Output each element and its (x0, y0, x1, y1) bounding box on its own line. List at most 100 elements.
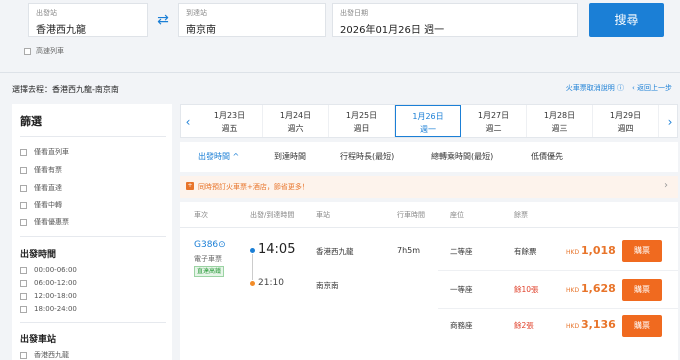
to-label: 到達站 (186, 9, 207, 17)
hotel-icon: + (186, 182, 194, 190)
date-tab[interactable]: 1月25日 週日 (329, 105, 395, 137)
dep-time-label: 06:00-12:00 (34, 279, 77, 287)
date-tab-weekday: 週三 (551, 124, 568, 133)
header-train: 車次 (194, 211, 208, 219)
seat-price: HKD 1,018 (566, 244, 616, 257)
sort-departure[interactable]: 出發時間 ^ (198, 151, 239, 162)
filter-option-label: 僅看直列車 (34, 148, 69, 156)
divider (438, 270, 678, 271)
back-link[interactable]: ‹ 返回上一步 (632, 83, 672, 93)
station-heading: 出發車站 (20, 335, 57, 345)
divider (20, 322, 166, 323)
date-tab-date: 1月23日 (213, 111, 246, 120)
divider (20, 136, 166, 137)
checkbox[interactable] (20, 218, 27, 226)
duration: 7h5m (397, 246, 421, 255)
checkbox[interactable] (20, 148, 27, 156)
date-tab-date: 1月27日 (477, 111, 510, 120)
dep-time-heading: 出發時間 (20, 250, 57, 260)
filter-option-label: 僅看有票 (34, 166, 62, 174)
express-filter[interactable]: 高速列車 (24, 46, 64, 56)
results-panel: ‹ 1月23日週五 1月24日 週六 1月25日 週日 1月26日 週一 1月27日週… (180, 104, 678, 360)
filter-option[interactable]: 僅看優惠票 (20, 217, 69, 227)
filter-option[interactable]: 僅看直列車 (20, 147, 69, 157)
sort-price[interactable]: 低價優先 (531, 151, 563, 162)
date-tab[interactable]: 1月29日 週四 (593, 105, 659, 137)
dep-time-option[interactable]: 00:00-06:00 (20, 266, 77, 274)
search-button[interactable]: 搜尋 (589, 3, 664, 37)
seat-class: 二等座 (450, 247, 473, 256)
from-label: 出發站 (36, 9, 57, 17)
dep-time-label: 18:00-24:00 (34, 305, 77, 313)
seat-class: 商務座 (450, 321, 473, 330)
checkbox[interactable] (20, 201, 27, 209)
dep-time-label: 12:00-18:00 (34, 292, 77, 300)
to-station-field[interactable]: 到達站 南京南 (178, 3, 326, 37)
seat-class: 一等座 (450, 285, 473, 294)
checkbox[interactable] (20, 292, 27, 300)
station-label: 香港西九龍 (34, 351, 69, 359)
sort-duration[interactable]: 行程時長(最短) (340, 151, 394, 162)
checkbox[interactable] (20, 266, 27, 274)
checkbox[interactable] (20, 279, 27, 287)
header-station: 車站 (316, 211, 330, 219)
date-tab-weekday: 週二 (485, 124, 502, 133)
dep-time-option[interactable]: 12:00-18:00 (20, 292, 77, 300)
date-tab[interactable]: 1月23日週五 (197, 105, 263, 137)
filter-option[interactable]: 僅看中轉 (20, 200, 62, 210)
station-option[interactable]: 香港西九龍 (20, 350, 69, 360)
sort-transfer[interactable]: 總轉乘時間(最短) (431, 151, 493, 162)
date-value: 2026年01月26日 週一 (340, 25, 445, 36)
filter-option-label: 僅看中轉 (34, 201, 62, 209)
date-tab[interactable]: 1月27日週二 (461, 105, 527, 137)
date-tab-weekday: 週日 (353, 124, 370, 133)
filter-option[interactable]: 僅看直達 (20, 183, 62, 193)
date-tab[interactable]: 1月24日 週六 (263, 105, 329, 137)
departure-dot (250, 248, 255, 253)
dep-time-option[interactable]: 06:00-12:00 (20, 279, 77, 287)
chevron-right-icon[interactable]: › (663, 105, 677, 139)
express-checkbox[interactable] (24, 47, 31, 55)
direct-badge: 直達高鐵 (194, 266, 225, 277)
date-field[interactable]: 出發日期 2026年01月26日 週一 (332, 3, 578, 37)
divider (438, 308, 678, 309)
date-tab-date: 1月24日 (279, 111, 312, 120)
checkbox[interactable] (20, 184, 27, 192)
date-strip: ‹ 1月23日週五 1月24日 週六 1月25日 週日 1月26日 週一 1月27日週… (180, 104, 678, 138)
arrival-dot (250, 281, 255, 286)
price-value: 1,628 (581, 282, 616, 295)
from-station-field[interactable]: 出發站 香港西九龍 (28, 3, 148, 37)
buy-button[interactable]: 購票 (622, 279, 662, 301)
checkbox[interactable] (20, 166, 27, 174)
dep-time-option[interactable]: 18:00-24:00 (20, 305, 77, 313)
filter-option[interactable]: 僅看有票 (20, 165, 62, 175)
header-remaining: 餘票 (514, 211, 528, 219)
date-tab-weekday: 週五 (221, 124, 238, 133)
departure-time: 14:05 (258, 242, 296, 257)
divider (0, 72, 680, 73)
date-label: 出發日期 (340, 9, 368, 17)
seat-availability: 有餘票 (514, 247, 537, 256)
chevron-right-icon: › (664, 180, 668, 191)
checkbox[interactable] (20, 305, 27, 313)
swap-icon[interactable]: ⇄ (152, 10, 174, 30)
buy-button[interactable]: 購票 (622, 315, 662, 337)
date-tab[interactable]: 1月28日 週三 (527, 105, 593, 137)
sort-arrival[interactable]: 到達時間 (274, 151, 306, 162)
header-time: 出發/到達時間 (250, 211, 295, 219)
seat-price: HKD 3,136 (566, 318, 616, 331)
promo-text: 同時預訂火車票+酒店，節省更多！ (198, 183, 309, 191)
arrival-station: 南京南 (316, 281, 339, 290)
divider (180, 227, 678, 228)
date-tab-active[interactable]: 1月26日 週一 (395, 105, 461, 137)
filter-option-label: 僅看優惠票 (34, 218, 69, 226)
train-number[interactable]: G386⊙ (194, 240, 226, 250)
promo-banner[interactable]: + 同時預訂火車票+酒店，節省更多！ › (180, 176, 678, 198)
refund-policy-link[interactable]: 火車票取消說明 ⓘ (566, 83, 624, 93)
checkbox[interactable] (20, 351, 27, 359)
chevron-left-icon[interactable]: ‹ (181, 105, 195, 139)
buy-button[interactable]: 購票 (622, 240, 662, 262)
filter-title: 篩選 (20, 115, 42, 128)
route-line (252, 254, 253, 280)
currency: HKD (566, 287, 580, 294)
